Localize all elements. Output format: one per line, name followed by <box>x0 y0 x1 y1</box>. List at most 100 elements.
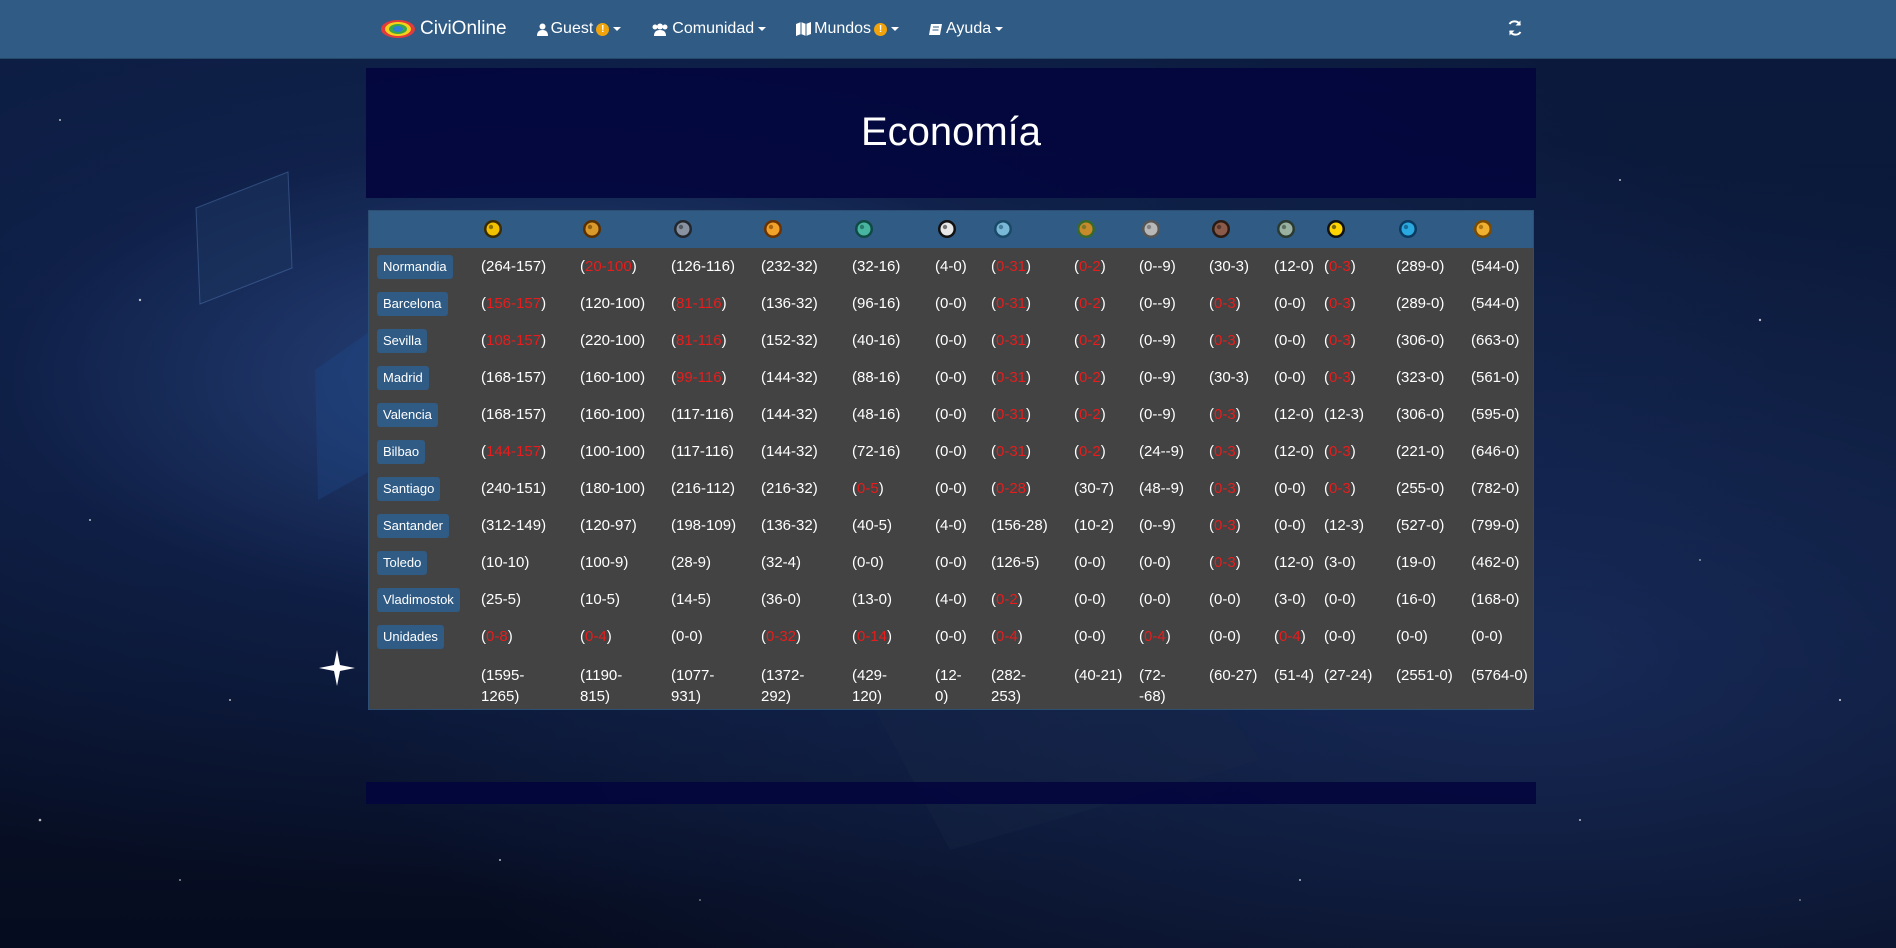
nav-ayuda-dropdown[interactable]: Ayuda <box>929 20 1004 38</box>
table-cell: (12-0) <box>1274 443 1315 460</box>
table-cell: (117-116) <box>671 443 734 460</box>
table-cell: (0-0) <box>1209 628 1241 645</box>
table-cell: (0-3) <box>1209 295 1241 312</box>
table-cell: (0-2) <box>1074 295 1106 312</box>
top-navbar: CiviOnline Guest ! Comunidad Mundos ! Ay… <box>0 0 1896 59</box>
total-cell: (282- 253) <box>991 667 1027 705</box>
table-cell: (0-2) <box>991 591 1023 608</box>
table-cell: (81-116) <box>671 295 727 312</box>
table-cell: (144-32) <box>761 369 818 386</box>
drop-icon <box>1399 220 1417 238</box>
total-cell: (1077- 931) <box>671 667 715 705</box>
city-button-normandia[interactable]: Normandia <box>377 255 453 279</box>
table-cell: (264-157) <box>481 258 547 275</box>
table-cell: (0-0) <box>1324 628 1356 645</box>
table-cell: (0-3) <box>1324 480 1356 497</box>
table-cell: (0-0) <box>935 443 967 460</box>
city-button-valencia[interactable]: Valencia <box>377 403 438 427</box>
logo-icon <box>381 20 415 38</box>
ore-icon <box>1212 220 1230 238</box>
total-cell: (51-4) <box>1274 667 1315 684</box>
table-cell: (312-149) <box>481 517 547 534</box>
table-cell: (0-0) <box>671 628 703 645</box>
table-cell: (13-0) <box>852 591 893 608</box>
city-button-vladimostok[interactable]: Vladimostok <box>377 588 460 612</box>
table-cell: (0-0) <box>1274 480 1306 497</box>
city-button-barcelona[interactable]: Barcelona <box>377 292 448 316</box>
table-cell: (0-0) <box>1274 369 1306 386</box>
table-cell: (544-0) <box>1471 295 1520 312</box>
total-cell: (72- -68) <box>1139 667 1166 705</box>
table-header <box>369 211 1533 248</box>
warning-icon: ! <box>596 22 610 36</box>
table-cell: (0-0) <box>935 480 967 497</box>
table-cell: (0--9) <box>1139 517 1176 534</box>
table-cell: (782-0) <box>1471 480 1520 497</box>
table-cell: (0-2) <box>1074 258 1106 275</box>
table-cell: (12-0) <box>1274 554 1315 571</box>
nav-mundos-dropdown[interactable]: Mundos ! <box>796 20 900 38</box>
table-cell: (108-157) <box>481 332 547 349</box>
city-button-santander[interactable]: Santander <box>377 514 449 538</box>
table-cell: (144-32) <box>761 443 818 460</box>
panel-footer <box>366 782 1536 804</box>
table-cell: (561-0) <box>1471 369 1520 386</box>
chevron-down-icon <box>995 27 1004 31</box>
sparkle-star <box>319 650 355 686</box>
fish-icon <box>994 220 1012 238</box>
table-cell: (100-100) <box>580 443 646 460</box>
table-cell: (544-0) <box>1471 258 1520 275</box>
total-cell: (5764-0) <box>1471 667 1528 684</box>
table-cell: (10-2) <box>1074 517 1115 534</box>
brand-link[interactable]: CiviOnline <box>380 18 507 40</box>
table-cell: (168-157) <box>481 369 547 386</box>
city-button-toledo[interactable]: Toledo <box>377 551 428 575</box>
book-icon <box>929 23 943 36</box>
table-cell: (152-32) <box>761 332 818 349</box>
city-button-bilbao[interactable]: Bilbao <box>377 440 426 464</box>
table-cell: (0-4) <box>1139 628 1171 645</box>
table-cell: (88-16) <box>852 369 901 386</box>
table-cell: (0-0) <box>1074 591 1106 608</box>
table-cell: (0-0) <box>935 369 967 386</box>
table-cell: (19-0) <box>1396 554 1437 571</box>
table-cell: (4-0) <box>935 258 967 275</box>
table-cell: (0-0) <box>935 332 967 349</box>
table-cell: (646-0) <box>1471 443 1520 460</box>
chevron-down-icon <box>891 27 900 31</box>
table-cell: (136-32) <box>761 295 818 312</box>
city-button-santiago[interactable]: Santiago <box>377 477 441 501</box>
total-cell: (1190- 815) <box>580 667 623 705</box>
city-button-madrid[interactable]: Madrid <box>377 366 429 390</box>
table-cell: (40-5) <box>852 517 893 534</box>
total-cell: (40-21) <box>1074 667 1123 684</box>
table-cell: (289-0) <box>1396 258 1445 275</box>
table-cell: (3-0) <box>1274 591 1306 608</box>
table-cell: (144-32) <box>761 406 818 423</box>
table-cell: (0-0) <box>1396 628 1428 645</box>
gold-icon <box>484 220 502 238</box>
table-cell: (0-3) <box>1209 443 1241 460</box>
table-cell: (0-8) <box>481 628 513 645</box>
table-cell: (0-0) <box>1139 591 1171 608</box>
table-cell: (32-16) <box>852 258 901 275</box>
total-cell: (27-24) <box>1324 667 1373 684</box>
nav-guest-dropdown[interactable]: Guest ! <box>536 20 622 38</box>
refresh-icon[interactable] <box>1506 19 1524 37</box>
nav-comunidad-dropdown[interactable]: Comunidad <box>651 20 767 38</box>
city-button-sevilla[interactable]: Sevilla <box>377 329 428 353</box>
table-cell: (0--9) <box>1139 369 1176 386</box>
table-cell: (306-0) <box>1396 332 1445 349</box>
table-cell: (799-0) <box>1471 517 1520 534</box>
table-cell: (168-157) <box>481 406 547 423</box>
table-cell: (0-0) <box>852 554 884 571</box>
table-cell: (0-0) <box>1074 554 1106 571</box>
table-cell: (0-2) <box>1074 443 1106 460</box>
table-cell: (12-3) <box>1324 517 1365 534</box>
table-cell: (120-100) <box>580 295 646 312</box>
city-button-unidades[interactable]: Unidades <box>377 625 444 649</box>
table-cell: (0-0) <box>935 554 967 571</box>
table-cell: (25-5) <box>481 591 522 608</box>
map-icon <box>796 22 812 36</box>
table-cell: (0-31) <box>991 332 1032 349</box>
